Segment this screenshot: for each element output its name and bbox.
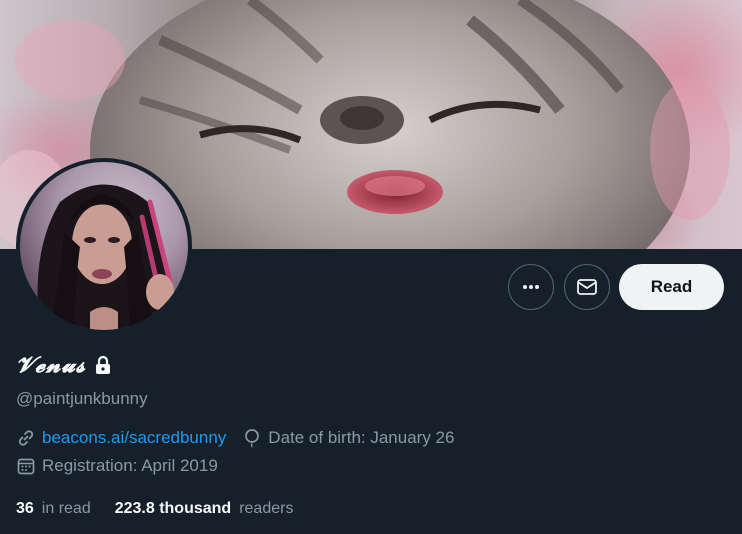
joined-text: Registration: April 2019 bbox=[42, 456, 218, 475]
birthday-text: Date of birth: January 26 bbox=[268, 428, 455, 447]
follow-stats: 36 in read 223.8 thousand readers bbox=[16, 500, 293, 518]
followers-stat[interactable]: 223.8 thousand readers bbox=[115, 500, 294, 518]
balloon-icon bbox=[245, 429, 260, 448]
profile-page: Read 𝓥𝓮𝓷𝓾𝓼 @paintjunkbunny beacons.ai/sa… bbox=[0, 0, 742, 534]
user-handle: @paintjunkbunny bbox=[16, 389, 148, 408]
avatar-photo bbox=[20, 162, 188, 330]
message-button[interactable] bbox=[564, 264, 610, 310]
calendar-icon bbox=[17, 458, 35, 475]
followers-label: readers bbox=[239, 500, 294, 517]
envelope-icon bbox=[577, 279, 597, 295]
following-count: 36 bbox=[16, 500, 34, 517]
ellipsis-icon bbox=[523, 285, 539, 289]
profile-avatar[interactable] bbox=[16, 158, 192, 334]
read-button[interactable]: Read bbox=[619, 264, 724, 310]
link-icon bbox=[18, 430, 34, 446]
birthday-item: Date of birth: January 26 bbox=[242, 428, 454, 448]
lock-icon bbox=[96, 355, 111, 374]
following-label: in read bbox=[41, 500, 91, 517]
website-item: beacons.ai/sacredbunny bbox=[16, 428, 226, 448]
profile-meta-row: beacons.ai/sacredbunny Date of birth: Ja… bbox=[16, 428, 454, 448]
display-name-row: 𝓥𝓮𝓷𝓾𝓼 bbox=[16, 352, 112, 378]
followers-count: 223.8 thousand bbox=[114, 500, 232, 517]
profile-meta-row-2: Registration: April 2019 bbox=[16, 456, 218, 476]
avatar-portrait-art bbox=[37, 184, 174, 330]
website-link[interactable]: beacons.ai/sacredbunny bbox=[42, 428, 226, 448]
joined-item: Registration: April 2019 bbox=[16, 456, 218, 476]
more-options-button[interactable] bbox=[508, 264, 554, 310]
display-name: 𝓥𝓮𝓷𝓾𝓼 bbox=[16, 352, 87, 378]
following-stat[interactable]: 36 in read bbox=[16, 500, 91, 518]
